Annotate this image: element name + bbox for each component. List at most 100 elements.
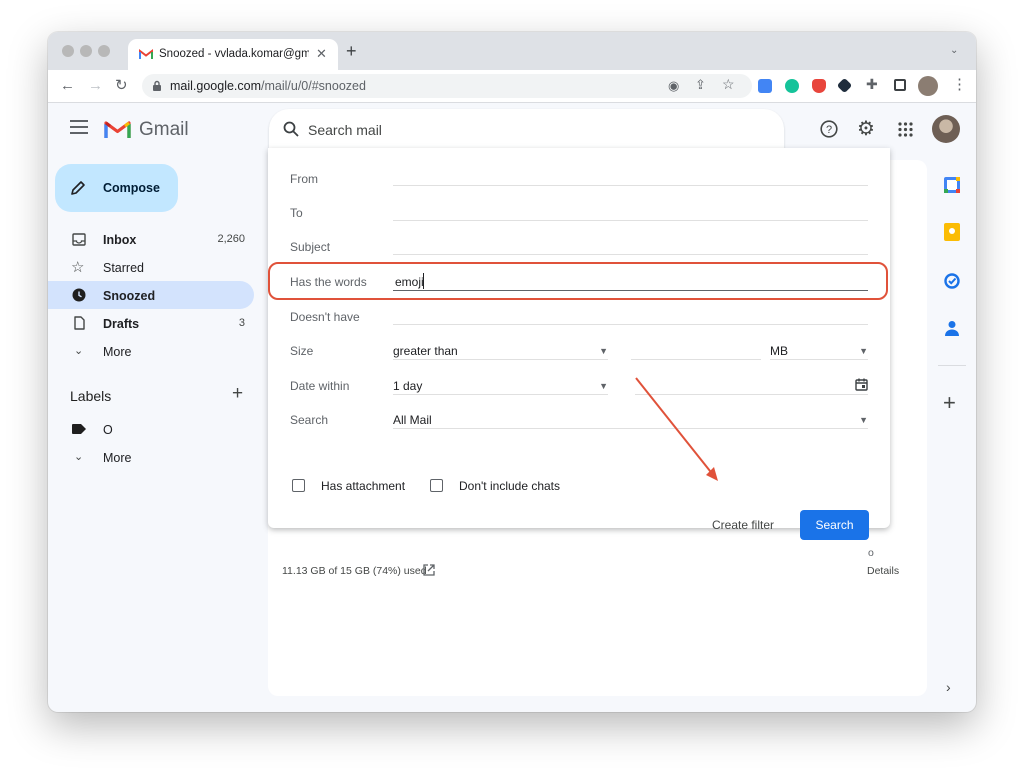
pencil-icon xyxy=(71,181,85,195)
gmail-favicon-icon xyxy=(139,49,153,59)
open-external-icon[interactable] xyxy=(423,564,435,576)
forward-arrow-icon[interactable]: → xyxy=(88,78,103,93)
nav-label-starred: Starred xyxy=(103,261,144,275)
svg-text:?: ? xyxy=(826,124,832,136)
footer-partial-text: o xyxy=(868,547,874,559)
nav-item-more[interactable]: ⌄ More xyxy=(48,337,254,365)
nav-label-snoozed: Snoozed xyxy=(103,289,156,303)
side-panel-icon[interactable] xyxy=(894,79,906,91)
to-label: To xyxy=(290,206,303,220)
doesnt-have-label: Doesn't have xyxy=(290,310,360,324)
settings-gear-icon[interactable]: ⚙ xyxy=(857,116,875,141)
create-filter-button[interactable]: Create filter xyxy=(712,518,774,532)
date-within-select[interactable]: 1 day ▼ xyxy=(393,377,608,395)
subject-label: Subject xyxy=(290,240,331,254)
url-host: mail.google.com xyxy=(170,79,262,93)
label-name-o: O xyxy=(103,423,113,437)
dont-include-chats-checkbox[interactable] xyxy=(430,479,443,492)
to-input[interactable] xyxy=(393,220,868,221)
has-attachment-label: Has attachment xyxy=(321,479,406,493)
nav-item-snoozed[interactable]: Snoozed xyxy=(48,281,254,309)
zoom-window-button[interactable] xyxy=(98,45,110,57)
new-tab-button[interactable]: + xyxy=(346,42,357,60)
from-input[interactable] xyxy=(393,185,868,186)
nav-label-more: More xyxy=(103,345,132,359)
show-side-panel-chevron-icon[interactable]: › xyxy=(946,679,951,695)
lock-icon xyxy=(153,80,161,91)
tab-search-chevron-icon[interactable]: ⌄ xyxy=(950,45,958,56)
size-unit-value: MB xyxy=(770,344,788,358)
side-panel: + › xyxy=(928,160,976,712)
compose-label: Compose xyxy=(103,181,160,195)
date-within-label: Date within xyxy=(290,379,350,393)
size-operator-select[interactable]: greater than ▼ xyxy=(393,342,608,360)
size-value-input[interactable] xyxy=(631,359,761,360)
account-avatar[interactable] xyxy=(932,115,960,143)
search-icon[interactable] xyxy=(283,121,299,137)
calendar-app-icon[interactable] xyxy=(943,176,961,194)
apps-grid-icon[interactable] xyxy=(898,122,913,137)
translate-extension-icon[interactable] xyxy=(758,79,772,93)
main-menu-icon[interactable] xyxy=(70,120,88,134)
draft-icon xyxy=(74,316,85,330)
profile-avatar-icon[interactable] xyxy=(918,76,938,96)
has-words-label: Has the words xyxy=(290,275,367,289)
dropdown-caret-icon: ▼ xyxy=(859,346,868,356)
nav-count-drafts: 3 xyxy=(238,317,245,329)
nav-item-inbox[interactable]: Inbox 2,260 xyxy=(48,225,254,253)
inbox-icon xyxy=(72,233,86,246)
date-within-value: 1 day xyxy=(393,379,423,393)
doesnt-have-input[interactable] xyxy=(393,324,868,325)
nav-count-inbox: 2,260 xyxy=(217,233,245,245)
back-arrow-icon[interactable]: ← xyxy=(60,78,75,93)
address-bar[interactable]: mail.google.com/mail/u/0/#snoozed ◉ ⇪ ☆ xyxy=(142,74,752,98)
from-label: From xyxy=(290,172,318,186)
clock-icon xyxy=(72,288,86,302)
dropdown-caret-icon: ▼ xyxy=(859,415,868,425)
close-window-button[interactable] xyxy=(62,45,74,57)
labels-more[interactable]: ⌄ More xyxy=(48,443,254,471)
tasks-app-icon[interactable] xyxy=(944,273,960,289)
search-bar[interactable]: Search mail xyxy=(269,109,784,149)
contacts-app-icon[interactable] xyxy=(945,320,959,336)
share-icon[interactable]: ⇪ xyxy=(695,77,706,93)
browser-titlebar: Snoozed - vvlada.komar@gma ✕ + ⌄ xyxy=(48,32,976,70)
compose-button[interactable]: Compose xyxy=(55,164,178,212)
keep-app-icon[interactable] xyxy=(944,223,960,241)
gmail-brand: Gmail xyxy=(139,119,189,140)
search-button[interactable]: Search xyxy=(800,510,869,540)
gmail-logo-icon xyxy=(104,121,131,138)
subject-input[interactable] xyxy=(393,254,868,255)
details-link[interactable]: Details xyxy=(867,565,899,577)
dropdown-caret-icon: ▼ xyxy=(599,381,608,391)
puzzle-extensions-icon[interactable]: ✚ xyxy=(866,77,878,91)
size-operator-value: greater than xyxy=(393,344,458,358)
tab-title: Snoozed - vvlada.komar@gma xyxy=(159,48,309,60)
create-label-plus-icon[interactable]: + xyxy=(232,383,243,406)
has-words-input[interactable]: emoji xyxy=(393,273,868,291)
browser-menu-icon[interactable]: ⋮ xyxy=(952,77,967,92)
labels-more-label: More xyxy=(103,451,132,465)
bookmark-star-icon[interactable]: ☆ xyxy=(722,76,735,93)
size-unit-select[interactable]: MB ▼ xyxy=(770,342,868,360)
search-input[interactable]: Search mail xyxy=(308,122,382,138)
has-words-value: emoji xyxy=(395,275,424,289)
browser-tab[interactable]: Snoozed - vvlada.komar@gma ✕ xyxy=(128,39,338,70)
minimize-window-button[interactable] xyxy=(80,45,92,57)
advanced-search-panel: From To Subject Has the words emoji Does… xyxy=(268,148,890,540)
nav-label-drafts: Drafts xyxy=(103,317,140,331)
help-icon[interactable]: ? xyxy=(820,120,838,138)
close-tab-icon[interactable]: ✕ xyxy=(316,46,327,62)
nav-item-drafts[interactable]: Drafts 3 xyxy=(48,309,254,337)
reload-icon[interactable]: ↻ xyxy=(115,78,128,93)
has-attachment-checkbox[interactable] xyxy=(292,479,305,492)
url-text: mail.google.com/mail/u/0/#snoozed xyxy=(170,79,366,93)
grammarly-extension-icon[interactable] xyxy=(785,79,799,93)
get-addons-plus-icon[interactable]: + xyxy=(943,392,956,414)
eye-icon[interactable]: ◉ xyxy=(668,78,679,94)
shield-extension-icon[interactable] xyxy=(812,79,826,93)
hexagon-extension-icon[interactable] xyxy=(836,77,853,94)
calendar-icon[interactable] xyxy=(855,378,868,391)
label-item-o[interactable]: O xyxy=(48,415,254,443)
nav-item-starred[interactable]: ☆ Starred xyxy=(48,253,254,281)
